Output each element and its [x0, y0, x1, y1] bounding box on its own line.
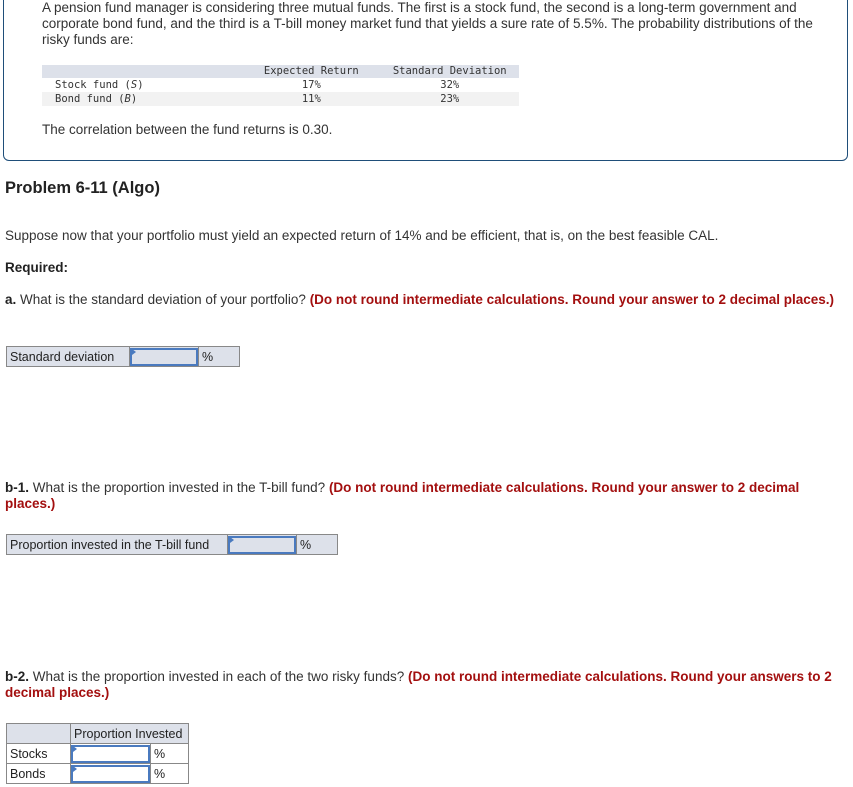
problem-title: Problem 6-11 (Algo): [5, 179, 160, 197]
part-a-instruction: (Do not round intermediate calculations.…: [309, 292, 835, 307]
part-a-prefix: a.: [5, 292, 17, 307]
proportion-invested-header: Proportion Invested: [70, 723, 189, 744]
tbill-proportion-label: Proportion invested in the T-bill fund: [6, 534, 228, 555]
bonds-input-cell[interactable]: [70, 763, 151, 784]
table-row: Stock fund (S) 17% 32%: [42, 78, 519, 92]
part-a-question-text: What is the standard deviation of your p…: [16, 292, 310, 307]
fund-distribution-table: Expected Return Standard Deviation Stock…: [42, 65, 519, 106]
part-b1-prefix: b-1.: [5, 480, 30, 495]
part-b1-answer-table: Proportion invested in the T-bill fund %: [6, 534, 338, 555]
fund-name: Stock fund (S): [42, 78, 243, 92]
input-flag-icon: [73, 766, 77, 772]
percent-unit: %: [150, 763, 189, 784]
std-dev-input[interactable]: [130, 347, 198, 366]
stocks-proportion-input[interactable]: [71, 744, 150, 763]
correlation-text: The correlation between the fund returns…: [42, 122, 333, 137]
intro-text: A pension fund manager is considering th…: [42, 0, 813, 47]
part-b1-question: b-1. What is the proportion invested in …: [5, 480, 845, 512]
tbill-proportion-input[interactable]: [228, 535, 296, 554]
bonds-label: Bonds: [6, 763, 71, 784]
std-dev-input-cell[interactable]: [129, 346, 199, 367]
percent-unit: %: [150, 743, 189, 764]
blank-header: [6, 723, 71, 744]
bonds-proportion-input[interactable]: [71, 764, 150, 783]
expected-return-value: 11%: [242, 92, 381, 106]
table-row: Stocks %: [6, 743, 189, 764]
part-b1-question-text: What is the proportion invested in the T…: [29, 480, 329, 495]
std-dev-value: 32%: [380, 78, 519, 92]
std-dev-value: 23%: [380, 92, 519, 106]
percent-unit: %: [296, 534, 338, 555]
header-std-dev: Standard Deviation: [380, 65, 519, 78]
table-row: Bond fund (B) 11% 23%: [42, 92, 519, 106]
table-header-row: Expected Return Standard Deviation: [42, 65, 519, 78]
fund-name: Bond fund (B): [42, 92, 243, 106]
header-expected-return: Expected Return: [242, 65, 381, 78]
std-dev-label: Standard deviation: [6, 346, 130, 367]
stocks-input-cell[interactable]: [70, 743, 151, 764]
tbill-input-cell[interactable]: [227, 534, 297, 555]
part-b2-question-text: What is the proportion invested in each …: [29, 669, 408, 684]
expected-return-value: 17%: [242, 78, 381, 92]
table-row: Bonds %: [6, 763, 189, 784]
percent-unit: %: [198, 346, 240, 367]
part-b2-question: b-2. What is the proportion invested in …: [5, 669, 845, 701]
input-flag-icon: [132, 349, 136, 355]
scenario-text: Suppose now that your portfolio must yie…: [5, 228, 719, 243]
stocks-label: Stocks: [6, 743, 71, 764]
input-flag-icon: [73, 746, 77, 752]
header-blank: [42, 65, 243, 78]
part-b2-answer-table: Proportion Invested Stocks % Bonds %: [6, 723, 189, 784]
part-a-question: a. What is the standard deviation of you…: [5, 292, 845, 308]
part-a-answer-table: Standard deviation %: [6, 346, 240, 367]
required-heading: Required:: [5, 260, 69, 275]
input-flag-icon: [230, 537, 234, 543]
part-b2-prefix: b-2.: [5, 669, 30, 684]
